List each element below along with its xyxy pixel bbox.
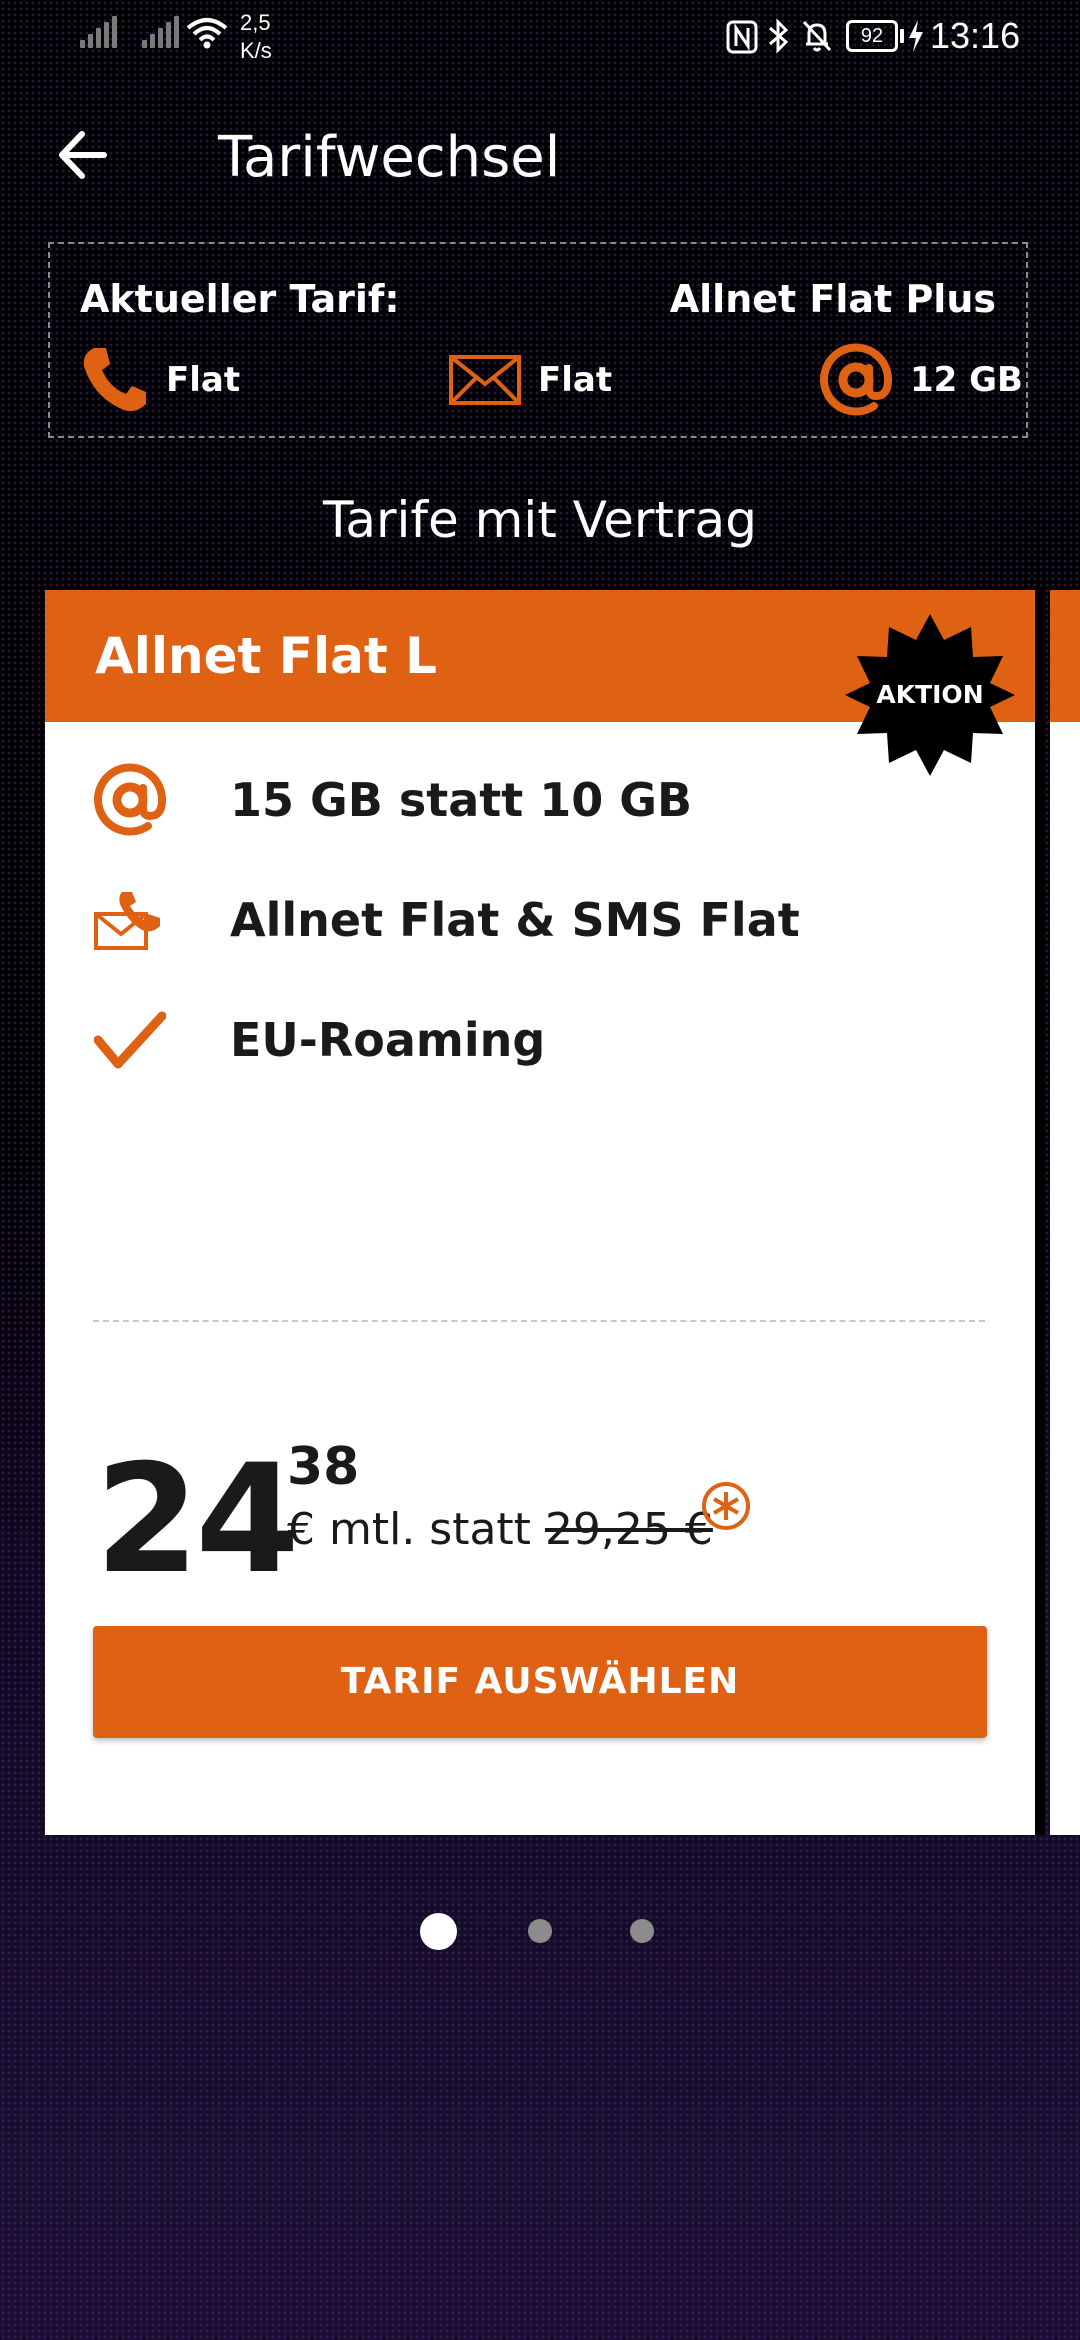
network-speed-unit: K/s (240, 38, 272, 63)
mute-bell-icon (802, 20, 832, 52)
current-tariff-name: Allnet Flat Plus (669, 277, 996, 321)
price-cents: 38 (287, 1437, 360, 1497)
pager-dot[interactable] (630, 1919, 654, 1943)
charging-icon (909, 20, 923, 52)
status-bar: 2,5 K/s 92 13:16 (0, 0, 1080, 80)
network-speed-value: 2,5 (240, 10, 271, 35)
battery-tip (900, 29, 904, 43)
page-title: Tarifwechsel (218, 125, 561, 190)
battery-level: 92 (860, 25, 884, 47)
card-edge (1035, 590, 1045, 1835)
benefit-item: Allnet Flat & SMS Flat (90, 870, 800, 970)
divider (93, 1320, 985, 1322)
price-euros: 24 (95, 1433, 300, 1607)
feature-calls-value: Flat (166, 360, 241, 400)
aktion-badge: AKTION (845, 610, 1015, 780)
feature-calls: Flat (80, 342, 240, 418)
card-title: Allnet Flat L (95, 627, 437, 685)
at-icon (820, 343, 893, 416)
nfc-icon (726, 20, 758, 54)
envelope-icon (449, 355, 521, 405)
mail-phone-icon (94, 892, 160, 950)
next-card-header (1050, 590, 1080, 722)
price-suffix: € mtl. statt (287, 1504, 531, 1555)
pager-dot-active[interactable] (420, 1913, 457, 1950)
feature-data: 12 GB (818, 342, 1023, 418)
checkmark-icon (94, 1011, 166, 1069)
benefit-text: 15 GB statt 10 GB (230, 773, 693, 827)
signal-icon (142, 16, 179, 48)
feature-data-value: 12 GB (910, 360, 1023, 400)
current-tariff-box: Aktueller Tarif: Allnet Flat Plus Flat F… (48, 242, 1028, 438)
benefit-text: EU-Roaming (230, 1013, 546, 1067)
at-icon (94, 763, 167, 836)
benefit-item: 15 GB statt 10 GB (90, 750, 692, 850)
battery-icon: 92 (846, 20, 898, 52)
old-price: 29,25 € (544, 1504, 713, 1555)
bluetooth-icon (769, 18, 789, 54)
clock: 13:16 (930, 15, 1021, 56)
select-tariff-button[interactable]: TARIF AUSWÄHLEN (93, 1626, 987, 1738)
benefit-text: Allnet Flat & SMS Flat (230, 893, 800, 947)
phone-icon (83, 348, 146, 412)
price-details: € mtl. statt 29,25 € (287, 1495, 713, 1565)
feature-sms-value: Flat (538, 360, 613, 400)
feature-sms: Flat (448, 342, 612, 418)
section-title: Tarife mit Vertrag (323, 491, 757, 549)
current-tariff-label: Aktueller Tarif: (80, 277, 400, 321)
back-button[interactable] (50, 120, 120, 190)
next-tariff-card[interactable] (1050, 590, 1080, 1835)
benefit-item: EU-Roaming (90, 990, 545, 1090)
arrow-left-icon (59, 131, 107, 179)
signal-icon (80, 16, 117, 48)
badge-label: AKTION (876, 680, 984, 709)
wifi-icon (186, 18, 228, 49)
page-indicator (0, 1912, 1080, 1952)
footnote-star-icon[interactable] (700, 1480, 752, 1532)
pager-dot[interactable] (528, 1919, 552, 1943)
